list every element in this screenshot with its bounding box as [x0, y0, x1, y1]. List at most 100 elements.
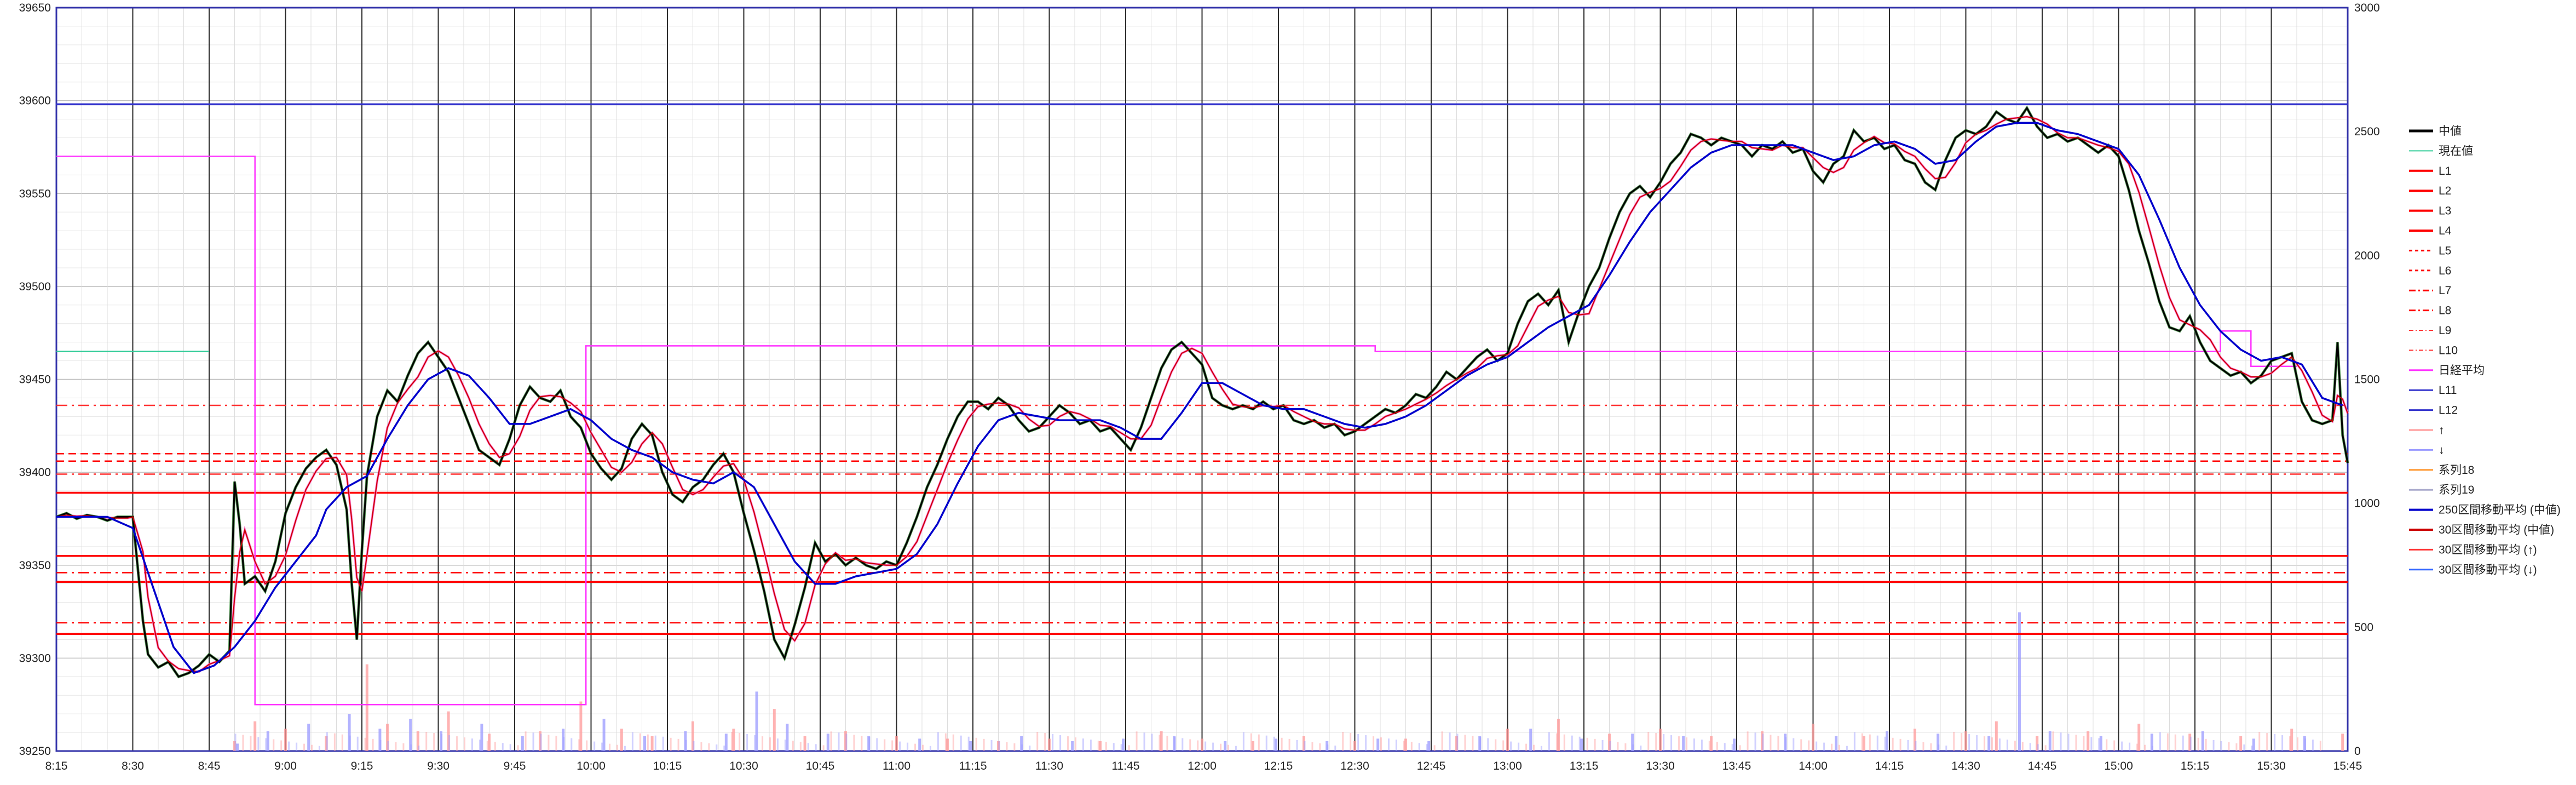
legend-label: L10 — [2439, 344, 2458, 357]
x-tick-label: 12:15 — [1264, 760, 1293, 772]
volume-bar-fill — [769, 737, 771, 751]
volume-bar-fill — [2297, 737, 2298, 751]
volume-bar-fill — [1510, 741, 1512, 751]
volume-bar-fill — [540, 734, 542, 751]
x-tick-label: 13:45 — [1722, 760, 1751, 772]
x-tick-label: 13:15 — [1570, 760, 1599, 772]
legend-label: L3 — [2439, 205, 2451, 217]
volume-bar-fill — [739, 732, 741, 751]
legend-label: 250区間移動平均 (中値) — [2439, 504, 2561, 517]
x-tick-label: 11:15 — [959, 760, 987, 772]
volume-bar-fill — [1670, 735, 1673, 751]
x-tick-label: 11:30 — [1035, 760, 1063, 772]
volume-bar-fill — [1655, 732, 1657, 751]
volume-bar-fill — [486, 741, 488, 751]
volume-bar-fill — [1395, 740, 1397, 751]
volume-bar-fill — [830, 731, 832, 751]
volume-bar-fill — [1984, 736, 1986, 751]
x-tick-label: 15:30 — [2257, 760, 2286, 772]
volume-bar-fill — [273, 739, 275, 751]
legend-label: 系列18 — [2439, 464, 2474, 477]
volume-bar-fill — [1563, 734, 1565, 751]
y-tick-label: 39300 — [19, 652, 51, 664]
volume-bar-fill — [662, 736, 664, 751]
x-tick-label: 14:15 — [1875, 760, 1904, 772]
volume-bar-up — [1201, 738, 1203, 751]
volume-bar-fill — [1036, 731, 1039, 751]
volume-bar-fill — [2220, 741, 2222, 751]
volume-bar-up — [773, 709, 776, 751]
x-tick-label: 15:00 — [2104, 760, 2133, 772]
volume-bar-fill — [2197, 737, 2199, 751]
volume-bar-up — [1995, 721, 1998, 751]
volume-bar-fill — [1189, 739, 1191, 751]
volume-bar-fill — [1120, 744, 1122, 751]
volume-bar-down — [1224, 741, 1227, 751]
volume-bar-fill — [2052, 731, 2054, 751]
x-tick-label: 15:45 — [2333, 760, 2362, 772]
volume-bar-fill — [1342, 731, 1344, 751]
volume-bar-fill — [1174, 737, 1176, 751]
volume-bar-fill — [1686, 737, 1687, 751]
volume-bar-fill — [868, 737, 871, 751]
volume-bar-fill — [2129, 742, 2131, 751]
volume-bar-down — [1682, 736, 1685, 751]
legend-label: L9 — [2439, 324, 2451, 337]
volume-bar-down — [918, 738, 921, 751]
volume-bar-fill — [1647, 731, 1650, 751]
volume-bar-fill — [1456, 734, 1459, 751]
volume-bar-fill — [1892, 737, 1894, 751]
volume-bar-fill — [1258, 734, 1260, 751]
volume-bar-fill — [2266, 732, 2268, 751]
volume-bar-fill — [1105, 742, 1107, 751]
volume-bar-up — [2341, 734, 2344, 751]
volume-bar-fill — [1128, 745, 1130, 751]
legend-label: L7 — [2439, 284, 2451, 297]
volume-bar-fill — [1693, 738, 1695, 751]
volume-bar-fill — [441, 734, 443, 751]
volume-bar-fill — [1350, 732, 1352, 751]
volume-bar-fill — [2182, 735, 2184, 751]
volume-bar-fill — [280, 740, 283, 751]
volume-bar-fill — [1273, 736, 1275, 751]
volume-bar-fill — [731, 731, 733, 751]
volume-bar-fill — [754, 735, 756, 751]
volume-bar-fill — [1930, 743, 1932, 751]
volume-bar-fill — [1540, 746, 1542, 751]
volume-bar-fill — [578, 739, 580, 751]
volume-bar-fill — [341, 734, 343, 751]
volume-bar-fill — [2021, 742, 2024, 751]
volume-bar-fill — [570, 738, 573, 751]
volume-bar-up — [1812, 724, 1814, 751]
volume-bar-fill — [1479, 737, 1482, 751]
volume-bar-fill — [1861, 733, 1863, 751]
volume-bar-fill — [356, 736, 359, 751]
volume-bar-fill — [1991, 737, 1993, 751]
volume-bar-fill — [677, 738, 679, 751]
volume-bar-fill — [1907, 740, 1909, 751]
volume-bar-fill — [1090, 740, 1092, 751]
volume-bar-fill — [2014, 741, 2016, 751]
volume-bar-fill — [326, 732, 328, 751]
volume-bar-fill — [1571, 735, 1573, 751]
volume-bar-fill — [2189, 736, 2192, 751]
volume-bar-fill — [2205, 738, 2207, 751]
volume-bar-fill — [815, 744, 817, 751]
x-tick-label: 8:15 — [45, 760, 68, 772]
volume-bar-down — [2048, 731, 2051, 751]
volume-bar-up — [1659, 729, 1662, 751]
volume-bar-fill — [1205, 741, 1207, 751]
volume-bar-fill — [914, 743, 917, 751]
volume-bar-fill — [1311, 742, 1313, 751]
volume-bar-down — [236, 743, 239, 751]
volume-bar-fill — [1525, 743, 1528, 751]
volume-bar-fill — [509, 744, 511, 751]
legend-label: 中値 — [2439, 125, 2462, 137]
volume-bar-fill — [776, 738, 779, 751]
volume-bar-fill — [494, 742, 496, 751]
volume-bar-fill — [1228, 744, 1229, 751]
x-tick-label: 9:45 — [504, 760, 526, 772]
volume-bar-fill — [1029, 746, 1031, 751]
volume-bar-fill — [1212, 742, 1214, 751]
volume-bar-fill — [296, 742, 298, 751]
